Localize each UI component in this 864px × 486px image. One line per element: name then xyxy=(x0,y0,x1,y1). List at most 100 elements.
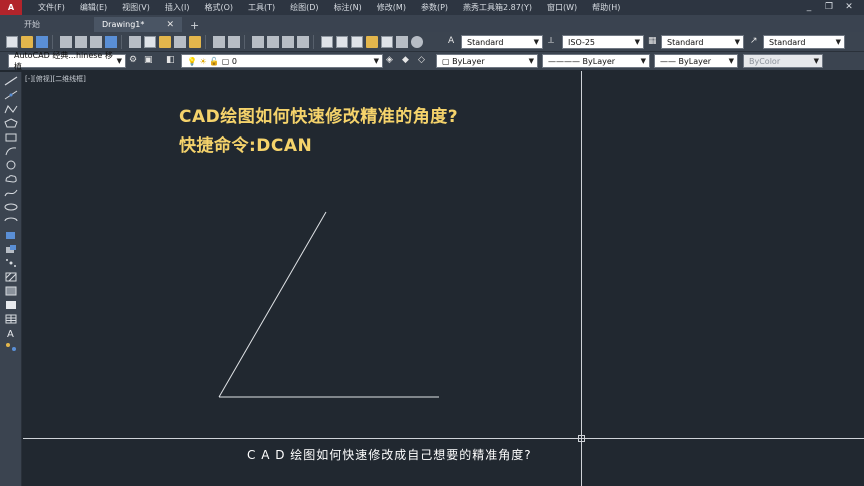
dim-style-icon: ⟂ xyxy=(548,36,555,46)
save-icon[interactable] xyxy=(36,35,48,48)
menu-modify[interactable]: 修改(M) xyxy=(377,2,406,13)
undo-icon[interactable] xyxy=(213,35,225,48)
spline-icon[interactable] xyxy=(4,188,18,198)
chevron-down-icon: ▼ xyxy=(528,57,534,65)
layer-state-icon[interactable]: ▣ xyxy=(144,55,153,65)
markup-icon[interactable] xyxy=(381,35,393,48)
close-icon[interactable]: ✕ xyxy=(842,1,856,13)
print-icon[interactable] xyxy=(60,35,72,48)
revision-cloud-icon[interactable] xyxy=(4,174,18,184)
dim-style-value: ISO-25 xyxy=(568,37,596,47)
text-style-dropdown[interactable]: Standard ▼ xyxy=(461,35,543,49)
3d-print-icon[interactable] xyxy=(105,35,117,48)
make-block-icon[interactable] xyxy=(4,244,18,254)
line-icon[interactable] xyxy=(4,76,18,86)
window-controls: _ ❐ ✕ xyxy=(802,1,856,13)
tab-start[interactable]: 开始 xyxy=(0,17,94,32)
autocad-logo-icon[interactable]: A xyxy=(0,0,22,15)
menu-view[interactable]: 视图(V) xyxy=(122,2,150,13)
toolbar-divider xyxy=(52,34,53,49)
lineweight-dropdown[interactable]: —— ByLayer ▼ xyxy=(654,54,738,68)
chevron-down-icon: ▼ xyxy=(116,57,122,65)
add-selected-icon[interactable] xyxy=(4,342,18,352)
match-properties-icon[interactable] xyxy=(174,35,186,48)
open-file-icon[interactable] xyxy=(21,35,33,48)
color-name: ByLayer xyxy=(452,56,485,66)
point-icon[interactable] xyxy=(4,258,18,268)
plot-style-value: ByColor xyxy=(749,56,781,66)
drawing-canvas[interactable]: [-][俯视][二维线框] CAD绘图如何快速修改精准的角度? 快捷命令:DCA… xyxy=(23,71,864,486)
color-dropdown[interactable]: ▢ ByLayer ▼ xyxy=(436,54,538,68)
ellipse-arc-icon[interactable] xyxy=(4,216,18,226)
dim-style-dropdown[interactable]: ISO-25 ▼ xyxy=(562,35,644,49)
menu-file[interactable]: 文件(F) xyxy=(38,2,65,13)
text-style-icon: A xyxy=(448,36,455,46)
crosshair-horizontal xyxy=(23,438,864,439)
properties-icon[interactable] xyxy=(321,35,333,48)
multileader-style-dropdown[interactable]: Standard ▼ xyxy=(763,35,845,49)
zoom-realtime-icon[interactable] xyxy=(267,35,279,48)
sun-icon: ☀ xyxy=(199,56,207,66)
rectangle-icon[interactable] xyxy=(4,132,18,142)
lightbulb-icon: 💡 xyxy=(187,56,197,66)
redo-icon[interactable] xyxy=(228,35,240,48)
video-title-line2: 快捷命令:DCAN xyxy=(179,136,313,156)
help-icon[interactable] xyxy=(411,35,423,48)
layer-dropdown[interactable]: 💡 ☀ 🔓 ▢ 0 ▼ xyxy=(181,54,383,68)
region-icon[interactable] xyxy=(4,300,18,310)
new-file-icon[interactable] xyxy=(6,35,18,48)
menu-yanxiu-tools[interactable]: 燕秀工具箱2.87(Y) xyxy=(463,2,532,13)
chevron-down-icon: ▼ xyxy=(734,38,740,46)
polyline-icon[interactable] xyxy=(4,104,18,114)
cut-icon[interactable] xyxy=(129,35,141,48)
zoom-previous-icon[interactable] xyxy=(297,35,309,48)
zoom-window-icon[interactable] xyxy=(282,35,294,48)
menu-help[interactable]: 帮助(H) xyxy=(592,2,620,13)
menu-parametric[interactable]: 参数(P) xyxy=(421,2,448,13)
hatch-icon[interactable] xyxy=(4,272,18,282)
chevron-down-icon: ▼ xyxy=(634,38,640,46)
table-style-icon: ▦ xyxy=(648,36,657,46)
make-current-layer-icon[interactable]: ◈ xyxy=(386,55,393,65)
menu-draw[interactable]: 绘图(D) xyxy=(290,2,318,13)
layer-previous-icon[interactable]: ◆ xyxy=(402,55,409,65)
linetype-dropdown[interactable]: ———— ByLayer ▼ xyxy=(542,54,650,68)
text-style-value: Standard xyxy=(467,37,504,47)
sheet-set-icon[interactable] xyxy=(366,35,378,48)
tool-palettes-icon[interactable] xyxy=(351,35,363,48)
copy-icon[interactable] xyxy=(144,35,156,48)
pan-icon[interactable] xyxy=(252,35,264,48)
paste-icon[interactable] xyxy=(159,35,171,48)
workspace-dropdown[interactable]: AutoCAD 经典...hinese 移植 ▼ xyxy=(8,51,126,71)
arc-icon[interactable] xyxy=(4,146,18,156)
multiline-text-icon[interactable]: A xyxy=(4,328,18,338)
ellipse-icon[interactable] xyxy=(4,202,18,212)
design-center-icon[interactable] xyxy=(336,35,348,48)
publish-icon[interactable] xyxy=(90,35,102,48)
tab-close-icon[interactable]: ✕ xyxy=(166,20,174,30)
block-editor-icon[interactable] xyxy=(189,35,201,48)
table-icon[interactable] xyxy=(4,314,18,324)
layer-manager-icon[interactable]: ◧ xyxy=(166,55,175,65)
gradient-icon[interactable] xyxy=(4,286,18,296)
menu-insert[interactable]: 插入(I) xyxy=(165,2,190,13)
construction-line-icon[interactable] xyxy=(4,90,18,100)
gear-icon[interactable]: ⚙ xyxy=(129,55,137,65)
insert-block-icon[interactable] xyxy=(4,230,18,240)
table-style-dropdown[interactable]: Standard ▼ xyxy=(661,35,744,49)
restore-icon[interactable]: ❐ xyxy=(822,1,836,13)
tab-drawing1[interactable]: Drawing1* ✕ xyxy=(94,17,182,32)
polygon-icon[interactable] xyxy=(4,118,18,128)
new-tab-button[interactable]: + xyxy=(182,19,207,32)
calculator-icon[interactable] xyxy=(396,35,408,48)
lineweight-name: ByLayer xyxy=(678,56,712,66)
circle-icon[interactable] xyxy=(4,160,18,170)
minimize-icon[interactable]: _ xyxy=(802,1,816,13)
menu-format[interactable]: 格式(O) xyxy=(204,2,233,13)
print-preview-icon[interactable] xyxy=(75,35,87,48)
menu-tools[interactable]: 工具(T) xyxy=(248,2,275,13)
menu-edit[interactable]: 编辑(E) xyxy=(80,2,107,13)
menu-window[interactable]: 窗口(W) xyxy=(547,2,577,13)
layer-isolate-icon[interactable]: ◇ xyxy=(418,55,425,65)
menu-dimension[interactable]: 标注(N) xyxy=(334,2,362,13)
